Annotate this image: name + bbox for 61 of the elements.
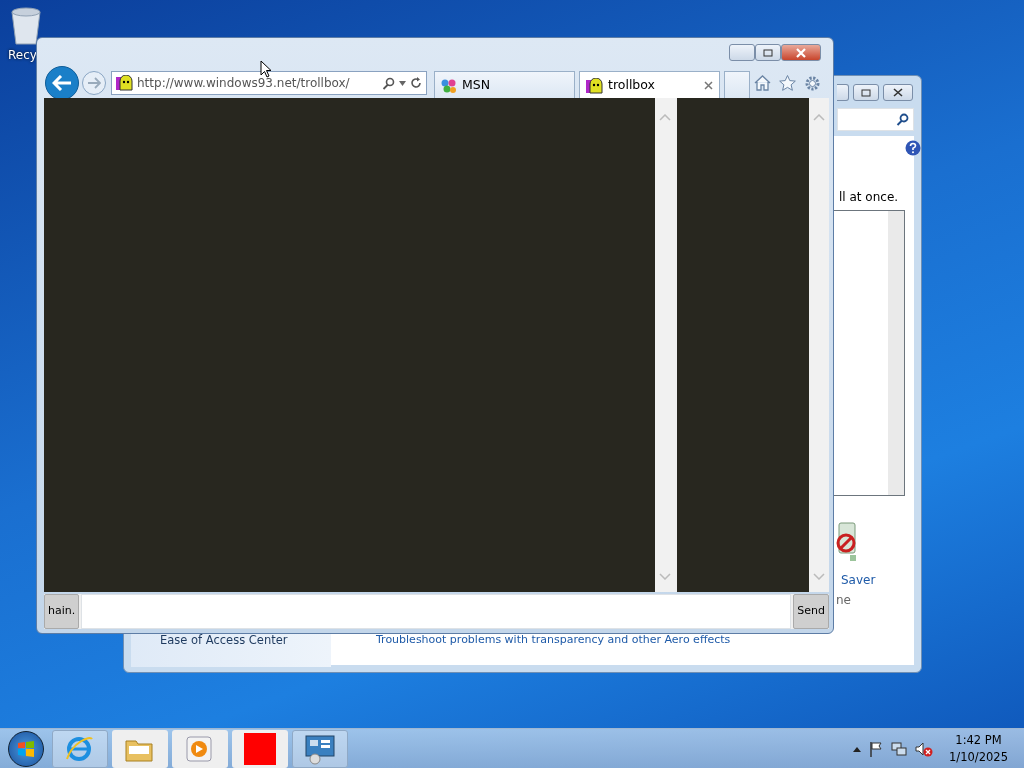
maximize-button[interactable] <box>755 44 781 61</box>
maximize-icon <box>861 88 871 97</box>
flag-icon <box>869 740 884 757</box>
minimize-button[interactable] <box>729 44 755 61</box>
chevron-up-icon <box>659 114 672 121</box>
chevron-up-icon <box>813 114 825 121</box>
control-panel-icon <box>304 732 336 765</box>
close-icon <box>704 81 713 90</box>
dropdown-icon <box>399 80 406 86</box>
close-button[interactable] <box>781 44 821 61</box>
close-icon <box>795 47 807 58</box>
url-text: http://www.windows93.net/trollbox/ <box>137 75 351 92</box>
search-icon <box>896 113 909 126</box>
screen-saver-link[interactable]: Saver <box>841 571 876 589</box>
browser-tab[interactable]: trollbox <box>579 71 720 99</box>
new-tab-button[interactable] <box>724 71 750 99</box>
clock-date: 1/10/2025 <box>949 748 1008 765</box>
site-icon <box>586 77 603 94</box>
tab-label: trollbox <box>608 76 656 95</box>
clock[interactable]: 1:42 PM 1/10/2025 <box>949 732 1008 765</box>
maximize-icon <box>763 48 773 57</box>
star-icon <box>779 74 796 91</box>
back-arrow-icon <box>52 75 72 91</box>
sidebar-link[interactable]: Ease of Access Center <box>160 632 288 650</box>
gear-icon <box>804 74 821 92</box>
minimize-button[interactable] <box>837 84 849 101</box>
refresh-icon <box>410 77 422 89</box>
desktop-icon-label[interactable]: Recy <box>8 46 37 64</box>
site-icon <box>116 75 133 91</box>
close-button[interactable] <box>883 84 913 101</box>
send-button[interactable]: Send <box>793 594 829 629</box>
forward-arrow-icon <box>87 77 101 89</box>
message-input[interactable] <box>81 594 792 629</box>
scrollbar[interactable] <box>888 211 904 495</box>
home-icon <box>754 74 771 91</box>
forward-button[interactable] <box>82 71 106 95</box>
close-icon <box>893 88 903 97</box>
taskbar-button[interactable] <box>292 729 348 768</box>
task-link[interactable]: Troubleshoot problems with transparency and other Aero effects <box>376 632 731 649</box>
search-icon <box>382 76 395 90</box>
chevron-down-icon <box>813 573 825 580</box>
butterfly-icon <box>441 77 457 94</box>
name-button[interactable]: hain. <box>44 594 80 629</box>
windows-logo-icon <box>17 739 35 758</box>
maximize-button[interactable] <box>853 84 879 101</box>
back-button[interactable] <box>45 66 79 100</box>
start-button[interactable] <box>8 730 44 767</box>
description-text: ll at once. <box>839 189 899 206</box>
square-icon <box>244 732 276 765</box>
chevron-down-icon <box>659 573 672 580</box>
search-field[interactable] <box>837 108 914 131</box>
recycle-bin-icon <box>8 6 44 46</box>
address-bar[interactable]: http://www.windows93.net/trollbox/ <box>111 71 427 95</box>
setting-value: ne <box>836 592 851 609</box>
tab-label: MSN <box>462 76 492 95</box>
taskbar-button[interactable] <box>232 729 288 768</box>
clock-time: 1:42 PM <box>954 732 1003 749</box>
mouse-cursor-icon <box>260 60 272 78</box>
browser-tab[interactable]: MSN <box>434 71 575 99</box>
network-icon <box>891 740 908 757</box>
chevron-up-icon <box>853 745 862 752</box>
